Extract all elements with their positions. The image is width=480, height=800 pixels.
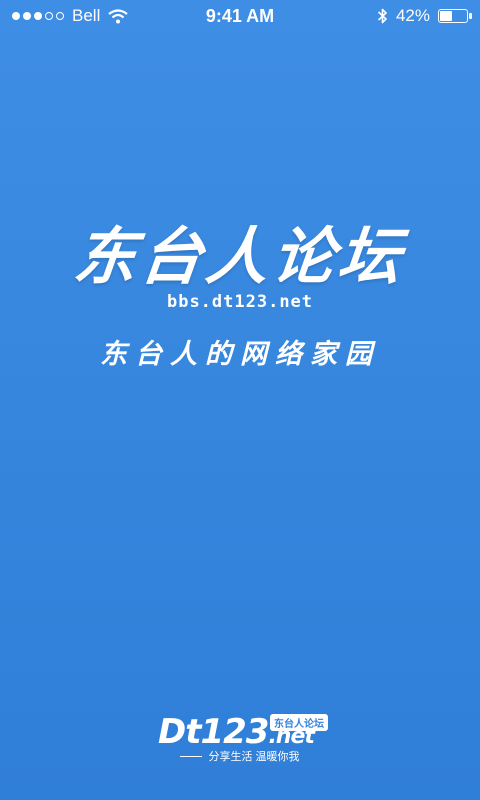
tagline: 东台人的网络家园 (100, 339, 380, 370)
brand-logo-block: Dt123.net 东台人论坛 分享生活 温暖你我 (0, 706, 480, 766)
divider-line (180, 755, 203, 757)
status-bar: Bell 9:41 AM 42% (0, 0, 480, 32)
battery-level (440, 11, 452, 21)
status-left: Bell (12, 6, 129, 26)
signal-dot-icon (56, 12, 64, 20)
brand-slogan: 分享生活 温暖你我 (208, 751, 300, 763)
brand-logo-main: Dt123 (158, 712, 269, 752)
wifi-icon (108, 8, 129, 23)
site-url: bbs.dt123.net (166, 292, 314, 312)
signal-dot-icon (12, 12, 20, 20)
battery-percent: 42% (395, 6, 430, 25)
signal-dot-icon (45, 12, 53, 20)
signal-dot-icon (34, 12, 42, 20)
bluetooth-icon (377, 8, 387, 24)
brand-slogan-row: 分享生活 温暖你我 (0, 748, 480, 764)
battery-icon (438, 9, 472, 23)
signal-dots-icon (12, 12, 64, 20)
status-right: 42% (377, 6, 472, 26)
brand-badge: 东台人论坛 (270, 714, 328, 731)
signal-dot-icon (23, 12, 31, 20)
app-title: 东台人论坛 (70, 220, 409, 293)
carrier-name: Bell (72, 6, 101, 25)
